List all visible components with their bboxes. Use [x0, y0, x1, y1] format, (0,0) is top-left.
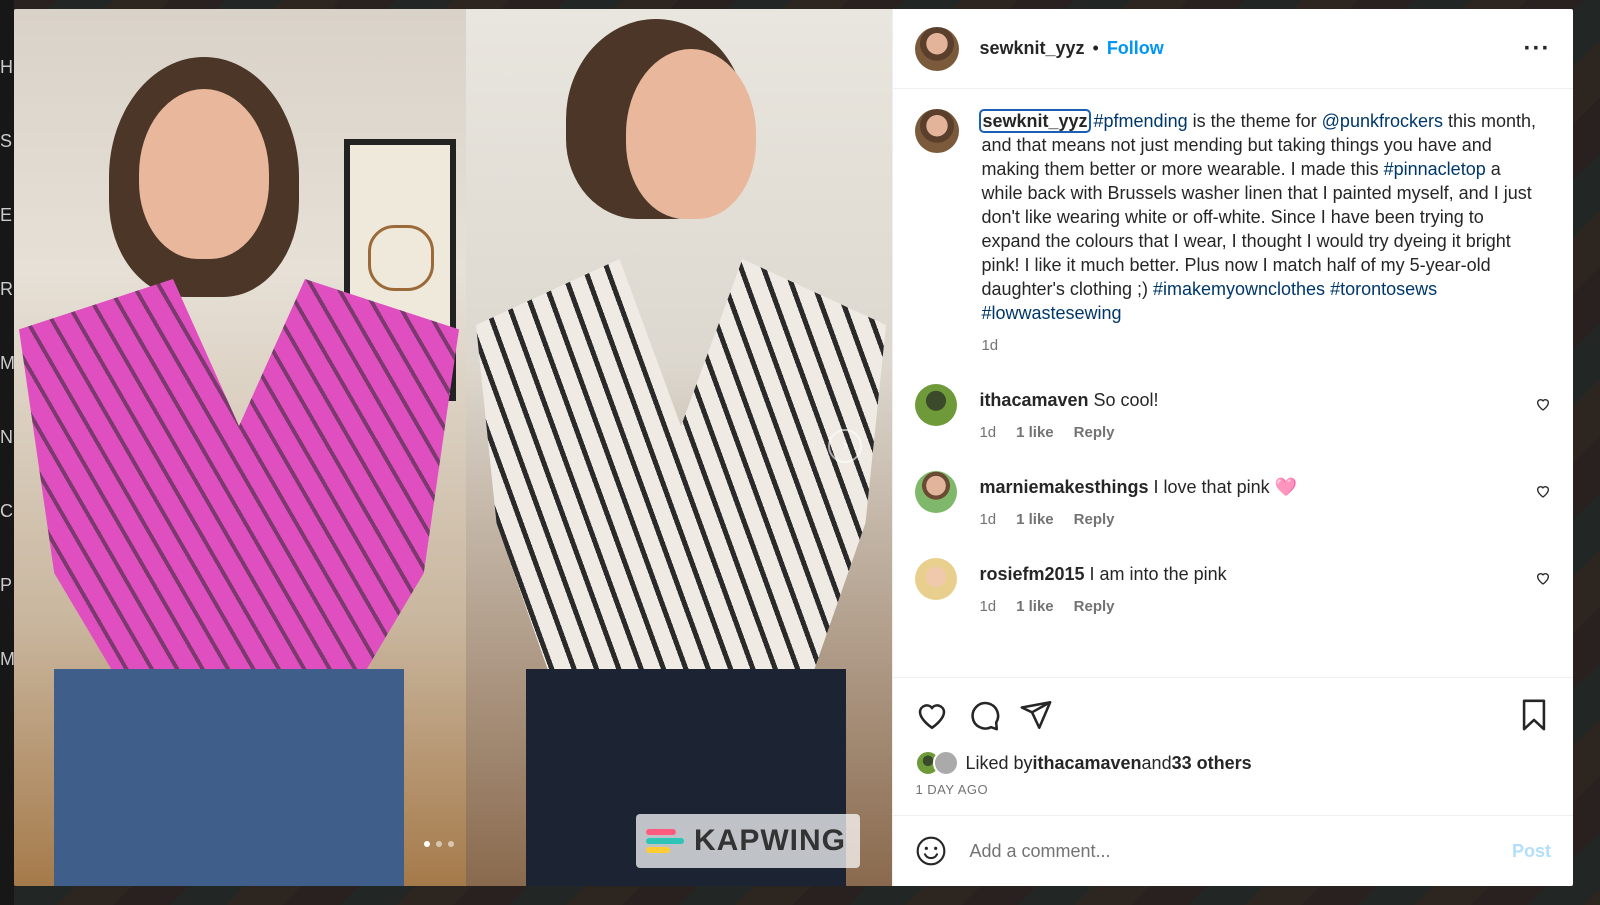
hashtag-link[interactable]: #lowwastesewing — [981, 303, 1121, 323]
comment-bubble-icon[interactable] — [967, 698, 1001, 732]
comments-list[interactable]: sewknit_yyz #pfmending is the theme for … — [893, 89, 1573, 677]
hashtag-link[interactable]: #pfmending — [1094, 111, 1188, 131]
liked-by-user[interactable]: ithacamaven — [1032, 753, 1141, 774]
post-timestamp[interactable]: 1 DAY AGO — [915, 782, 1551, 797]
reply-button[interactable]: Reply — [1074, 424, 1115, 441]
comment-input[interactable] — [967, 839, 1492, 863]
carousel-dot — [448, 841, 454, 847]
author-avatar[interactable] — [915, 26, 960, 71]
follow-button[interactable]: Follow — [1107, 38, 1164, 59]
comment-item: rosiefm2015 I am into the pink 1d 1 like R… — [915, 558, 1551, 615]
comment-likes[interactable]: 1 like — [1016, 511, 1054, 528]
comment-like-heart-icon[interactable] — [1535, 570, 1551, 586]
liker-avatar[interactable] — [933, 750, 960, 776]
hashtag-link[interactable]: #imakemyownclothes — [1153, 279, 1325, 299]
comment-time[interactable]: 1d — [979, 598, 996, 615]
reply-button[interactable]: Reply — [1074, 511, 1115, 528]
comment-time[interactable]: 1d — [979, 424, 996, 441]
post-modal: › KAPWING sewknit_yyz • Follow ··· sewkn… — [14, 9, 1573, 886]
comment-item: ithacamaven So cool! 1d 1 like Reply — [915, 384, 1551, 441]
pink-shirt — [19, 279, 459, 699]
background-page-text: HSE RMN CPM — [0, 57, 14, 669]
post-header: sewknit_yyz • Follow ··· — [893, 9, 1573, 89]
liked-by-prefix: Liked by — [965, 752, 1033, 773]
caption: sewknit_yyz #pfmending is the theme for … — [915, 109, 1551, 354]
caption-meta: 1d — [981, 337, 1541, 354]
reply-button[interactable]: Reply — [1074, 598, 1115, 615]
save-bookmark-icon[interactable] — [1517, 698, 1551, 732]
caption-segment: a while back with Brussels washer linen … — [981, 159, 1532, 299]
share-send-icon[interactable] — [1019, 698, 1053, 732]
commenter-avatar[interactable] — [915, 384, 958, 426]
next-slide-button[interactable]: › — [828, 429, 862, 463]
comment-time[interactable]: 1d — [979, 511, 996, 528]
commenter-avatar[interactable] — [915, 471, 958, 513]
comment-text: I am into the pink — [1089, 564, 1227, 584]
comment-likes[interactable]: 1 like — [1016, 598, 1054, 615]
header-separator: • — [1092, 38, 1099, 58]
post-side-panel: sewknit_yyz • Follow ··· sewknit_yyz #pf… — [892, 9, 1573, 886]
post-media[interactable]: › KAPWING — [14, 9, 893, 886]
comment-text: So cool! — [1093, 390, 1159, 410]
carousel-indicators — [424, 841, 454, 847]
carousel-dot — [436, 841, 442, 847]
add-comment-bar: Post — [893, 815, 1573, 886]
caption-segment: is the theme for — [1187, 111, 1322, 131]
commenter-username[interactable]: ithacamaven — [979, 390, 1088, 410]
hashtag-link[interactable]: #torontosews — [1330, 279, 1437, 299]
likes-summary: Liked by ithacamaven and 33 others — [915, 750, 1551, 776]
commenter-username[interactable]: marniemakesthings — [979, 477, 1148, 497]
mention-link[interactable]: @punkfrockers — [1322, 111, 1443, 131]
author-username[interactable]: sewknit_yyz — [979, 38, 1084, 59]
like-heart-icon[interactable] — [915, 698, 949, 732]
photo-before — [14, 9, 466, 886]
liked-by-and: and — [1141, 752, 1172, 773]
post-comment-button[interactable]: Post — [1512, 841, 1551, 862]
likes-others[interactable]: 33 others — [1172, 753, 1252, 774]
kapwing-logo-icon — [646, 827, 684, 855]
white-shirt — [476, 259, 886, 699]
comment-item: marniemakesthings I love that pink 🩷 1d 1… — [915, 471, 1551, 528]
kapwing-watermark: KAPWING — [636, 814, 860, 868]
caption-username[interactable]: sewknit_yyz — [979, 109, 1091, 133]
post-actions: Liked by ithacamaven and 33 others 1 DAY… — [893, 677, 1573, 815]
commenter-username[interactable]: rosiefm2015 — [979, 564, 1084, 584]
caption-avatar[interactable] — [915, 109, 960, 153]
emoji-icon[interactable] — [915, 835, 947, 867]
comment-like-heart-icon[interactable] — [1535, 483, 1551, 499]
comment-like-heart-icon[interactable] — [1535, 396, 1551, 412]
watermark-text: KAPWING — [694, 824, 846, 857]
comment-likes[interactable]: 1 like — [1016, 424, 1054, 441]
caption-text: sewknit_yyz #pfmending is the theme for … — [979, 109, 1541, 325]
carousel-dot — [424, 841, 430, 847]
comment-text: I love that pink 🩷 — [1153, 477, 1298, 497]
hashtag-link[interactable]: #pinnacletop — [1384, 159, 1486, 179]
caption-time[interactable]: 1d — [981, 337, 998, 354]
more-options-icon[interactable]: ··· — [1517, 35, 1557, 63]
commenter-avatar[interactable] — [915, 558, 958, 600]
